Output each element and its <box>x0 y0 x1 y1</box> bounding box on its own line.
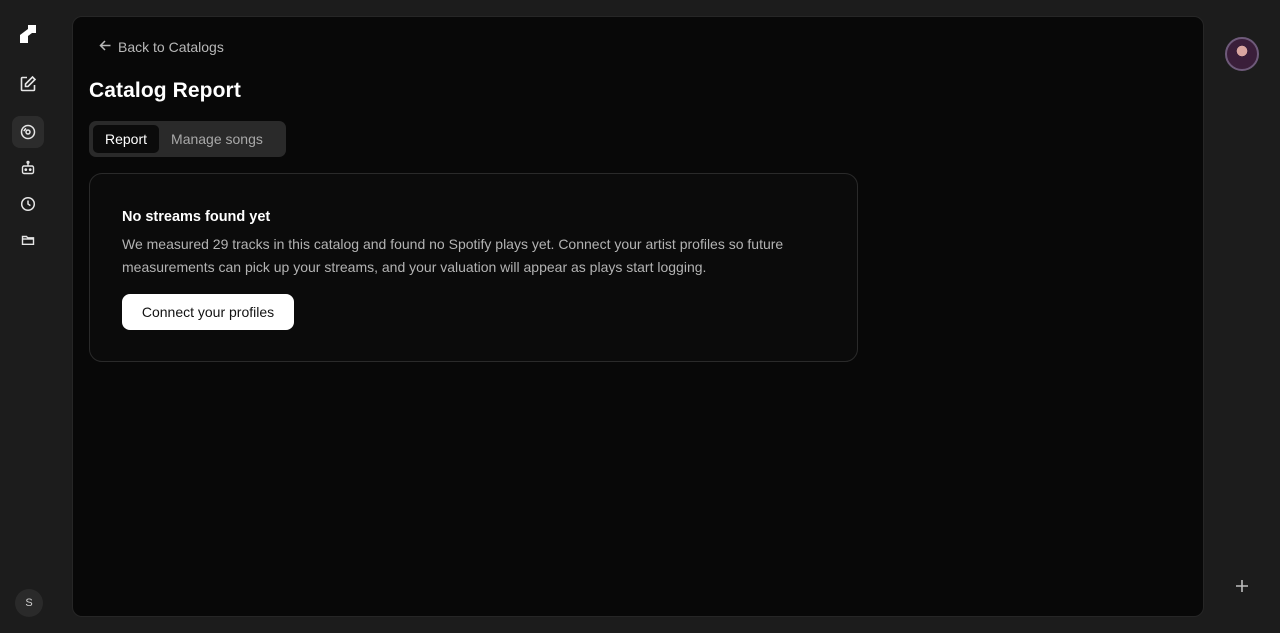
empty-state-title: No streams found yet <box>122 209 271 225</box>
folder-icon[interactable] <box>12 224 44 256</box>
back-link-label: Back to Catalogs <box>118 39 224 55</box>
disc-icon[interactable] <box>12 116 44 148</box>
back-to-catalogs-link[interactable]: Back to Catalogs <box>99 39 224 55</box>
arrow-left-icon <box>99 39 112 55</box>
left-nav-rail: S <box>0 0 56 633</box>
clock-icon[interactable] <box>12 188 44 220</box>
plus-icon[interactable] <box>1230 574 1254 598</box>
user-avatar-initial[interactable]: S <box>15 589 43 617</box>
empty-state-description: We measured 29 tracks in this catalog an… <box>122 236 784 275</box>
connect-profiles-button[interactable]: Connect your profiles <box>122 294 294 330</box>
empty-state-card: No streams found yet We measured 29 trac… <box>89 173 858 362</box>
page-title: Catalog Report <box>89 79 241 102</box>
tab-manage-songs[interactable]: Manage songs <box>159 125 275 153</box>
robot-icon[interactable] <box>12 152 44 184</box>
view-tabs: Report Manage songs <box>89 121 286 157</box>
tab-report[interactable]: Report <box>93 125 160 153</box>
main-panel: Back to Catalogs Catalog Report Report M… <box>72 16 1204 617</box>
edit-icon[interactable] <box>12 68 44 100</box>
profile-avatar[interactable] <box>1225 37 1259 71</box>
app-logo-icon[interactable] <box>12 18 44 50</box>
